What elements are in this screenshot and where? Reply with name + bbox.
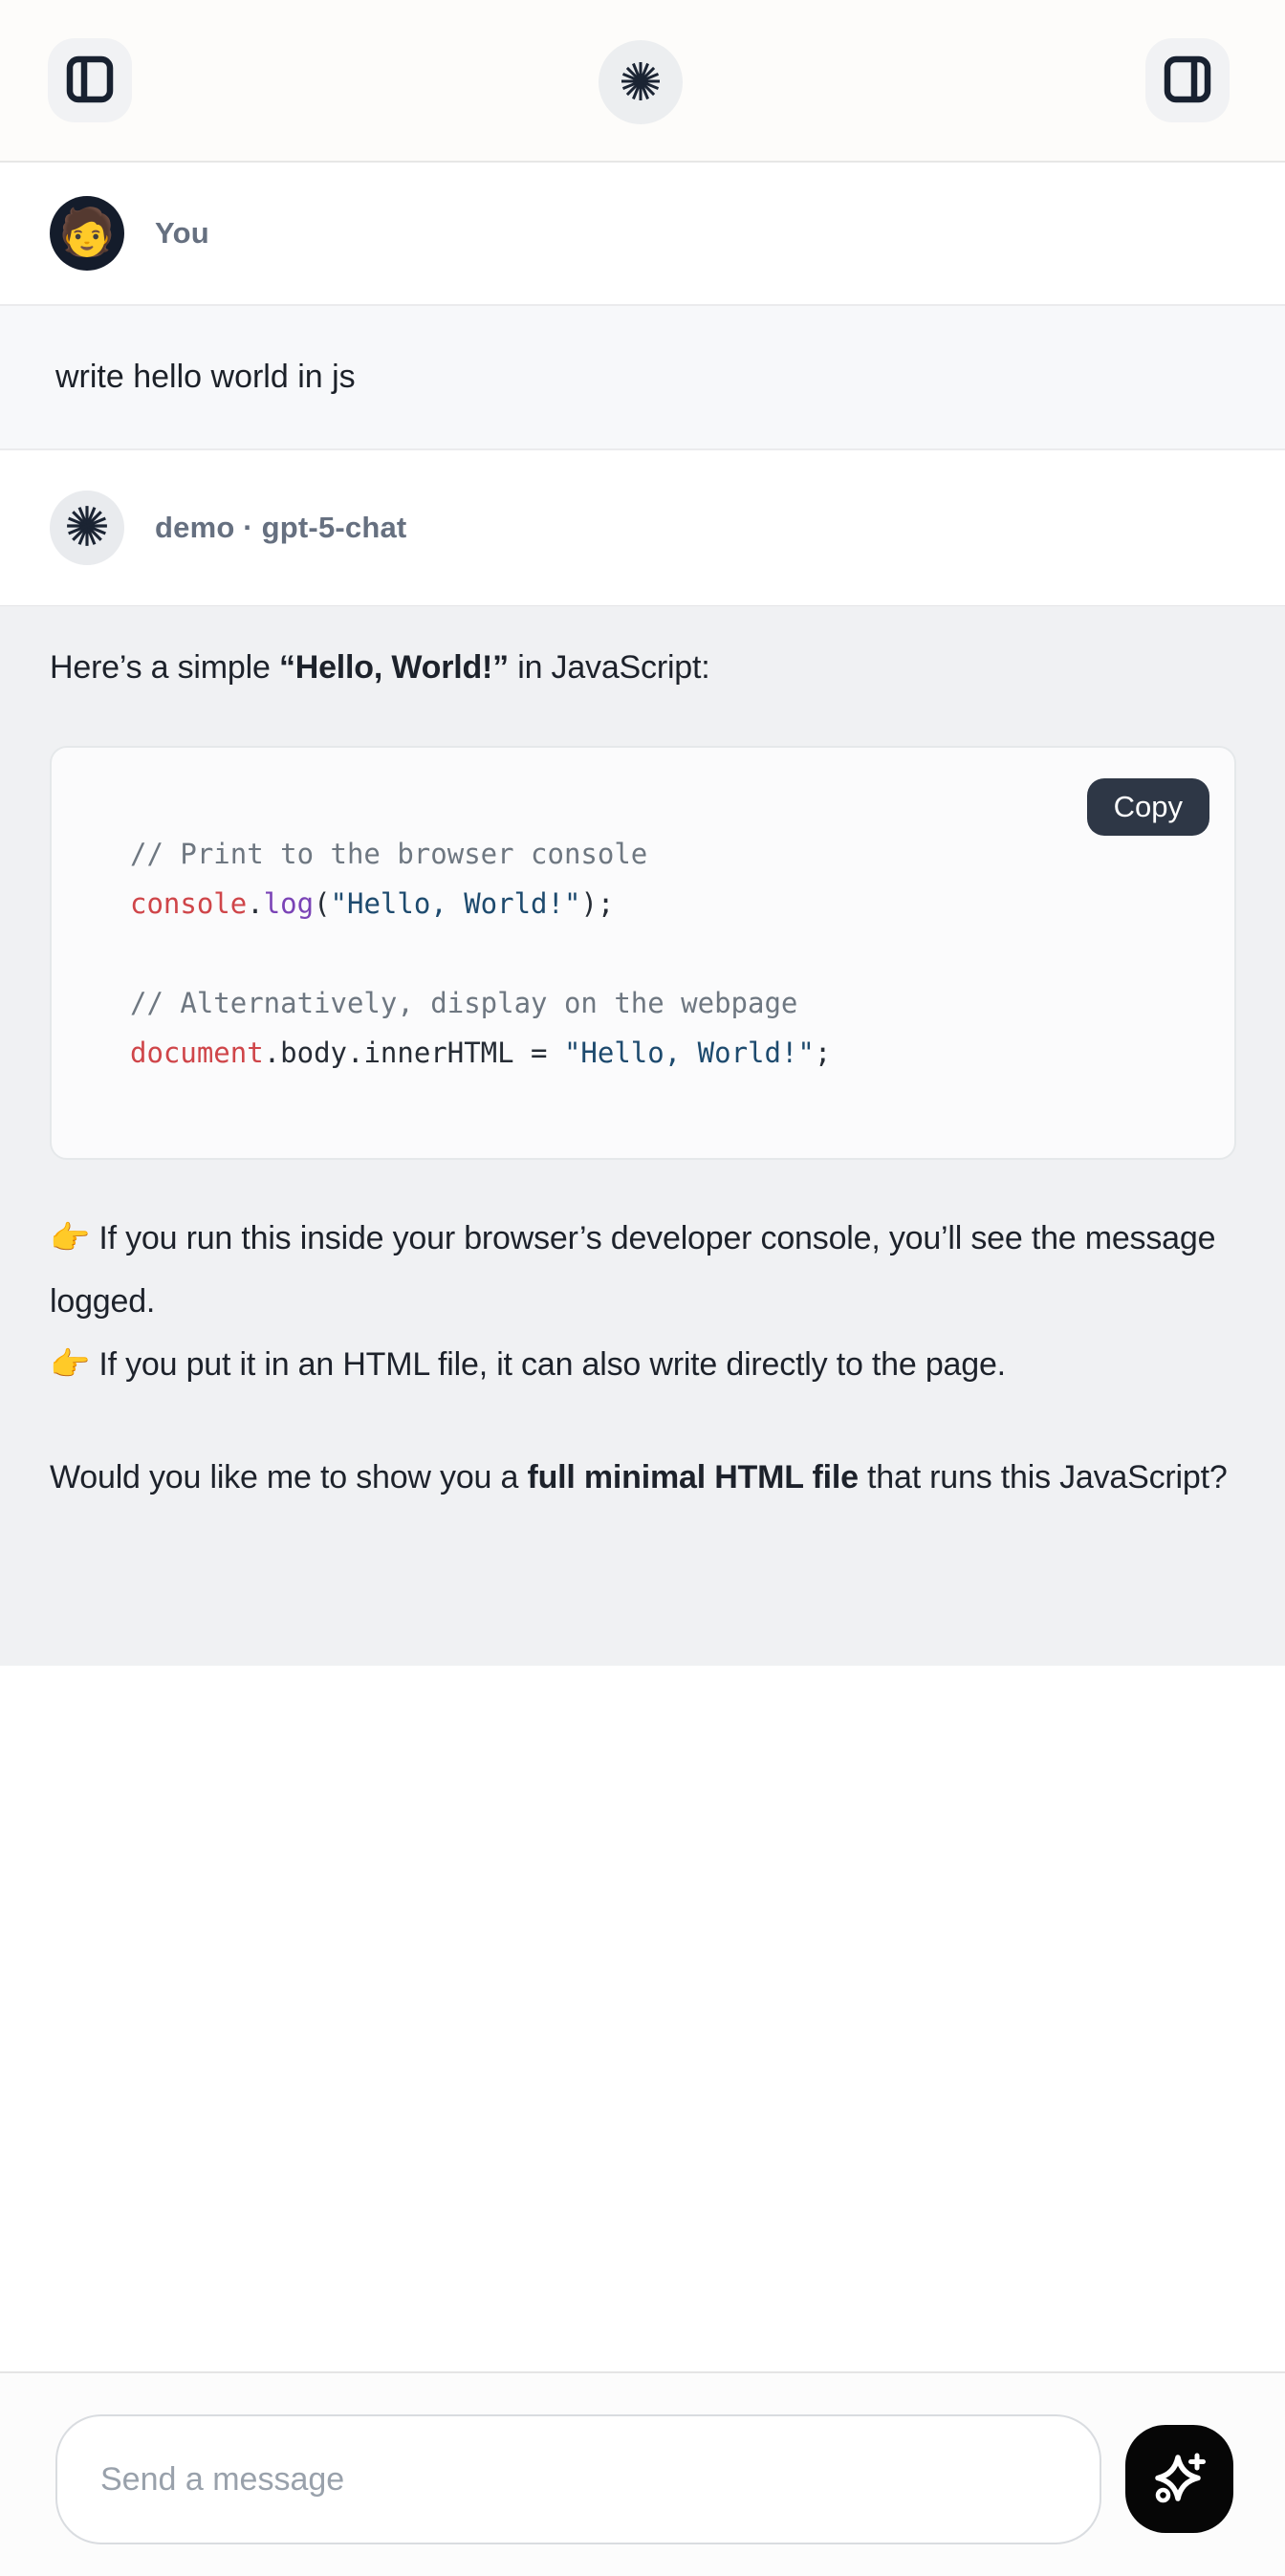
user-message: write hello world in js [0, 304, 1285, 450]
assistant-intro-text: Here’s a simple “Hello, World!” in JavaS… [50, 644, 1236, 690]
assistant-name-label: demo · gpt-5-chat [155, 511, 406, 545]
assistant-message-header: demo · gpt-5-chat [0, 450, 1285, 605]
code-block: Copy // Print to the browser console con… [50, 746, 1236, 1160]
assistant-avatar [50, 491, 124, 565]
message-input[interactable] [55, 2414, 1101, 2544]
user-avatar: 🧑 [50, 196, 124, 271]
user-message-text: write hello world in js [55, 359, 356, 396]
sparkle-icon [1149, 2447, 1210, 2511]
empty-scroll-area [0, 1666, 1285, 2371]
panel-left-icon [66, 55, 114, 106]
sidebar-toggle-button[interactable] [48, 38, 132, 122]
app-logo-button[interactable] [599, 40, 683, 124]
chat-app: 🧑 You write hello world in js [0, 0, 1285, 2576]
copy-code-button[interactable]: Copy [1087, 778, 1209, 836]
right-panel-toggle-button[interactable] [1145, 38, 1230, 122]
assistant-paragraph-tips: 👉 If you run this inside your browser’s … [50, 1207, 1236, 1396]
code-content: // Print to the browser console console.… [130, 829, 1196, 1078]
panel-right-icon [1164, 55, 1211, 106]
send-button[interactable] [1125, 2425, 1233, 2533]
user-name-label: You [155, 216, 209, 251]
composer-bar [0, 2371, 1285, 2576]
assistant-paragraph-followup: Would you like me to show you a full min… [50, 1446, 1236, 1509]
user-message-header: 🧑 You [0, 163, 1285, 304]
starburst-logo-icon [620, 60, 662, 105]
starburst-avatar-icon [65, 504, 109, 553]
assistant-message: Here’s a simple “Hello, World!” in JavaS… [0, 605, 1285, 1666]
person-emoji: 🧑 [58, 210, 116, 256]
top-bar [0, 0, 1285, 163]
